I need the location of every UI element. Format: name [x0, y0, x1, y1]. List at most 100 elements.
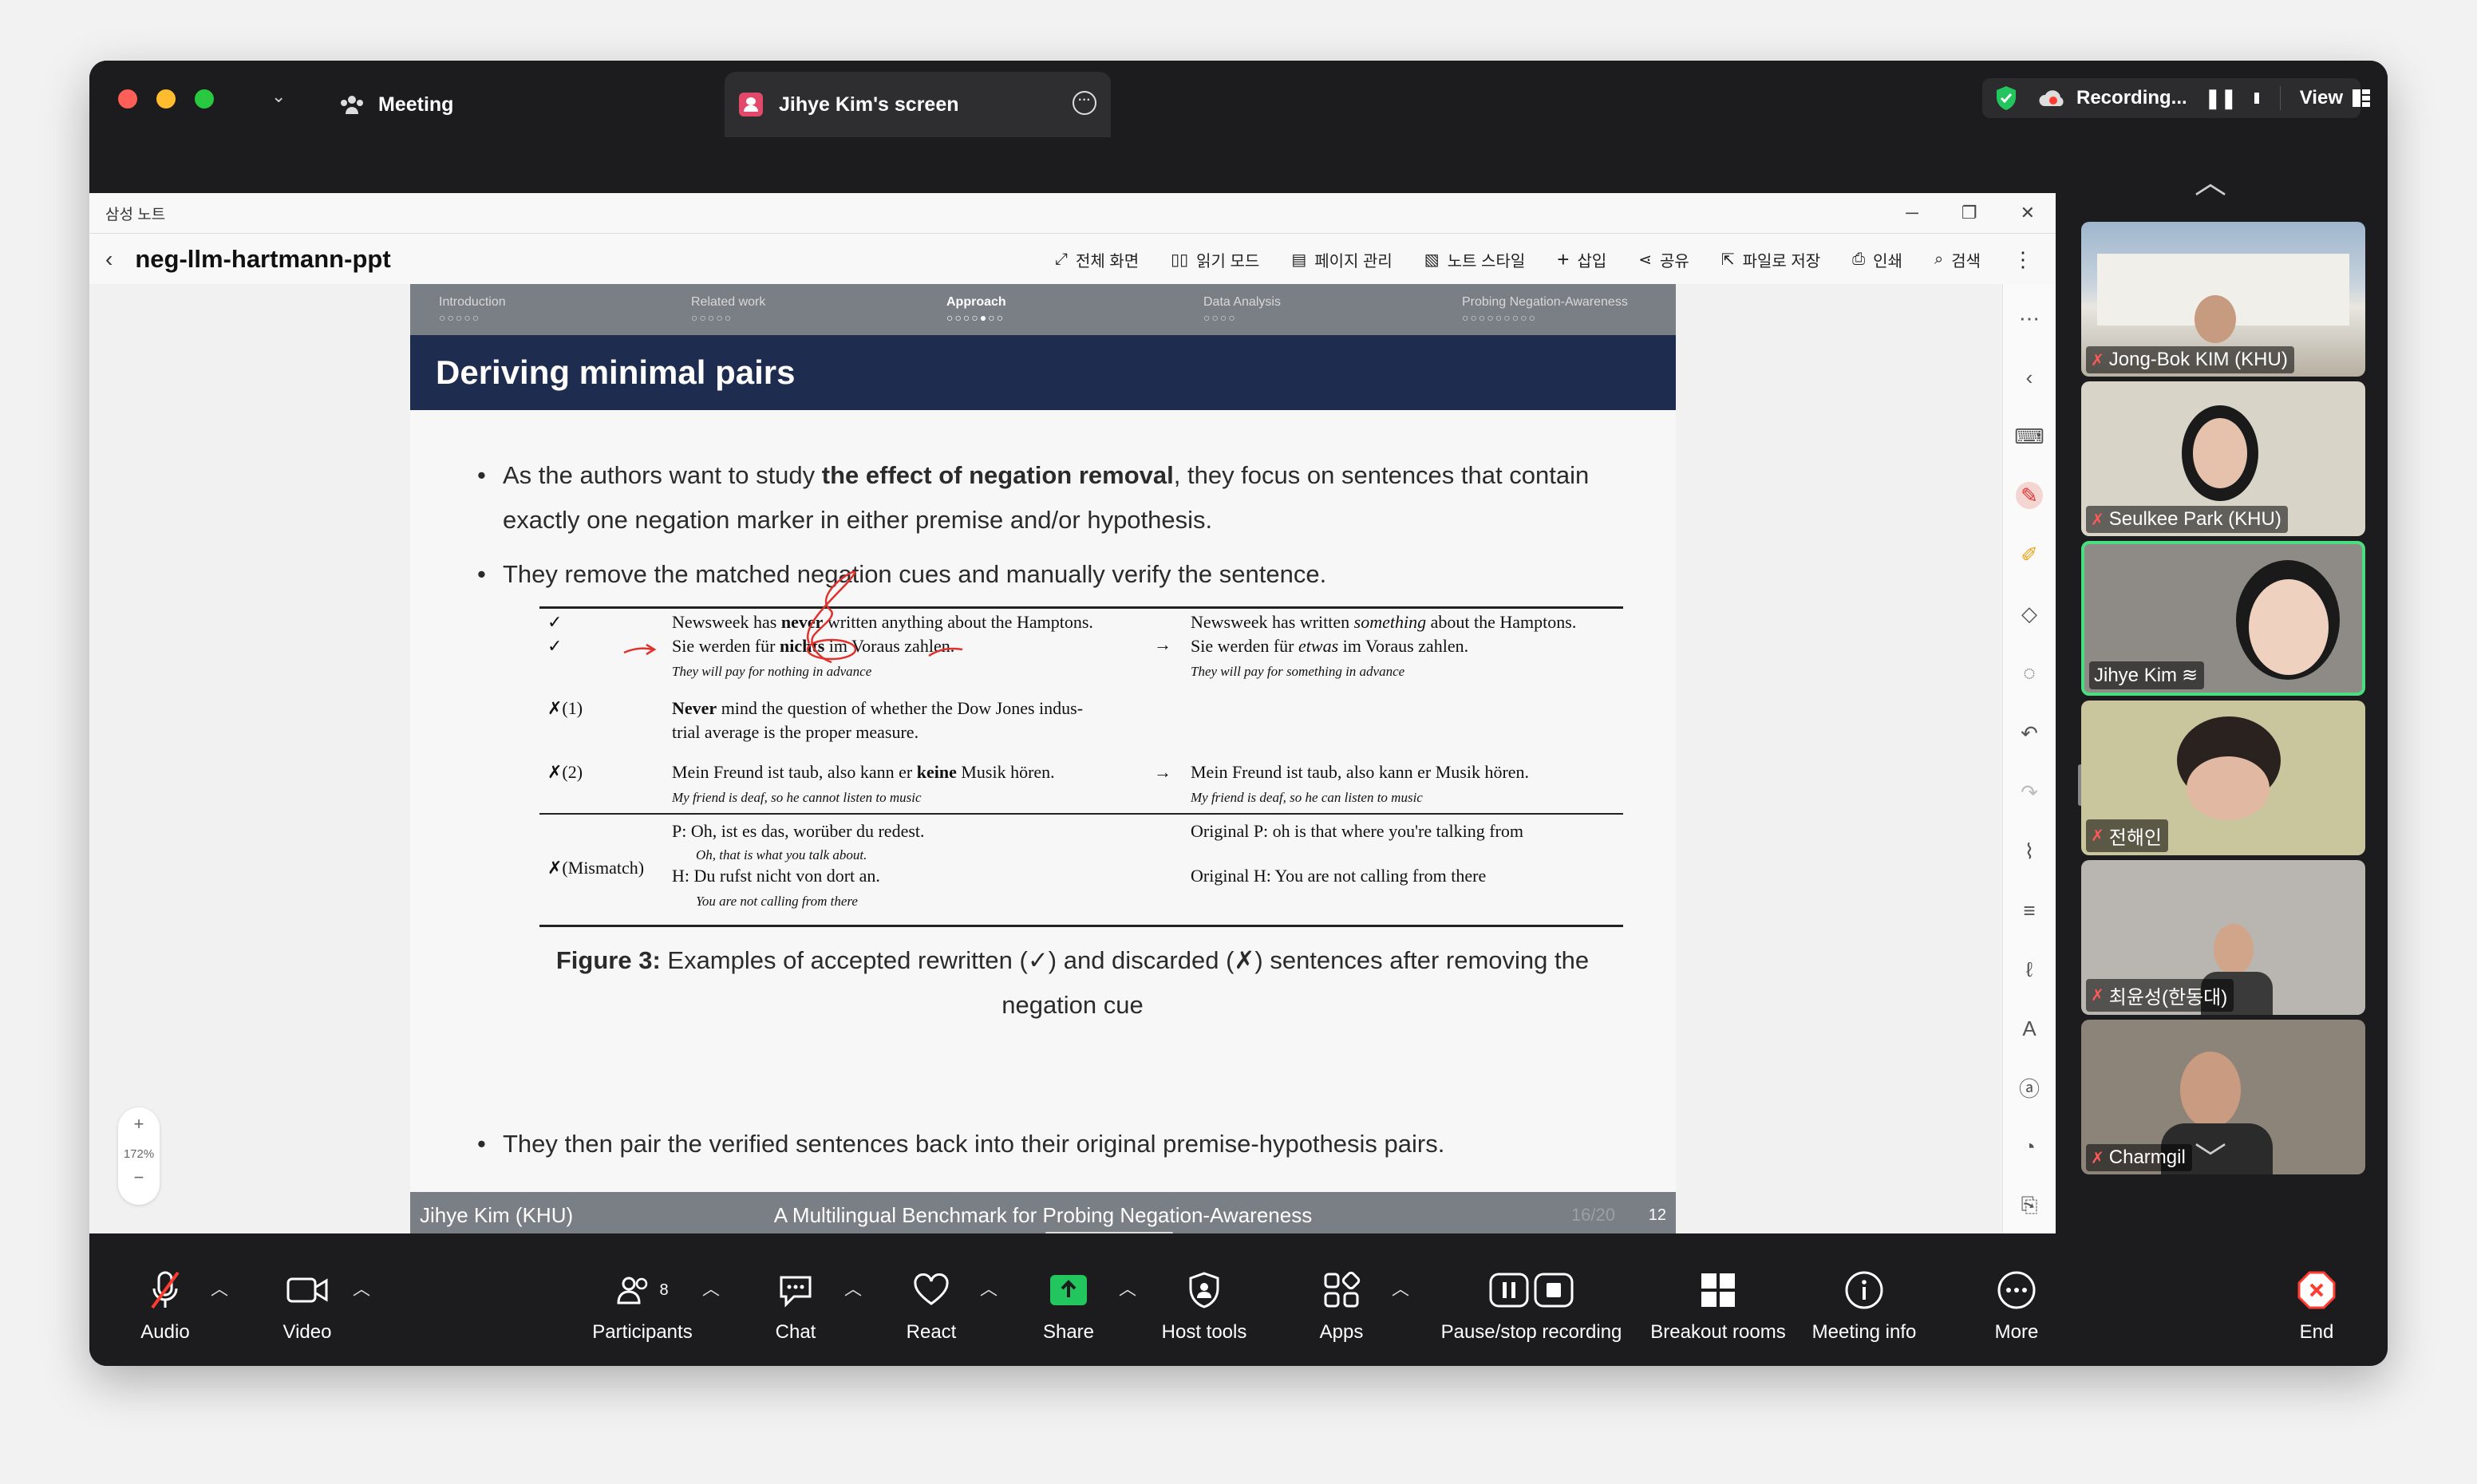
face	[2180, 1052, 2241, 1128]
participant-name-text: 최윤성(한동대)	[2108, 987, 2228, 1008]
back-icon[interactable]: ‹	[105, 247, 113, 272]
nav-probing[interactable]: Probing Negation-Awareness ○○○○○○○○○	[1462, 295, 1628, 324]
slide-section-nav: Introduction ○○○○○ Related work ○○○○○ Appr…	[410, 284, 1676, 335]
gloss-text: They will pay for something in advance	[1191, 664, 1405, 679]
gallery-scroll-up-icon[interactable]: ︿	[2195, 156, 2226, 203]
participant-tile-active[interactable]: Jihye Kim ≋	[2081, 541, 2365, 696]
save-file-button[interactable]: ⇱ 파일로 저장	[1721, 248, 1820, 271]
search-button[interactable]: ⌕ 검색	[1934, 248, 1981, 271]
note-style-label: 노트 스타일	[1447, 252, 1526, 270]
undo-icon[interactable]: ↶	[2016, 720, 2043, 747]
close-icon[interactable]: ✕	[2021, 203, 2035, 223]
heart-icon	[912, 1267, 950, 1313]
screen-share-icon	[739, 93, 763, 116]
stop-recording-icon[interactable]	[2254, 93, 2260, 104]
close-window-button[interactable]	[118, 89, 137, 109]
react-button[interactable]: React	[871, 1267, 991, 1344]
font-icon[interactable]: A	[2016, 1015, 2043, 1042]
kebab-menu-icon[interactable]: ⋮	[2013, 247, 2033, 272]
zoom-in-icon[interactable]: +	[118, 1114, 160, 1135]
cell-text: Mein Freund ist taub, also kann er	[672, 762, 917, 782]
text-box-icon[interactable]: ⓐ	[2016, 1074, 2043, 1101]
participant-tile[interactable]: ✗ Seulkee Park (KHU)	[2081, 381, 2365, 536]
view-layout-icon[interactable]	[2353, 89, 2370, 107]
more-button[interactable]: More	[1957, 1267, 2076, 1344]
eraser-icon[interactable]: ◇	[2016, 600, 2043, 627]
share-options-caret[interactable]: ︿	[1119, 1275, 1136, 1300]
restore-icon[interactable]: ❐	[1961, 203, 1977, 223]
pause-stop-recording-icon	[1487, 1267, 1575, 1313]
redo-icon[interactable]: ↷	[2016, 779, 2043, 806]
video-options-caret[interactable]: ︿	[353, 1275, 370, 1300]
note-style-button[interactable]: ▧ 노트 스타일	[1424, 248, 1525, 271]
fullscreen-button[interactable]: ⤢ 전체 화면	[1055, 248, 1139, 271]
share-button[interactable]: Share	[1009, 1267, 1128, 1344]
keyboard-icon[interactable]: ⌨	[2014, 423, 2044, 450]
meeting-info-button[interactable]: Meeting info	[1800, 1267, 1928, 1344]
cell-text: trial average is the proper measure.	[672, 722, 919, 742]
highlighter-icon[interactable]: ✐	[2016, 541, 2043, 568]
shapes-icon[interactable]: ◔	[2016, 1133, 2043, 1160]
cell-text: Original H: You are not calling from the…	[1191, 866, 1487, 886]
gallery-scroll-down-icon[interactable]: ﹀	[2195, 1133, 2226, 1179]
printer-icon: ⎙	[1852, 250, 1866, 268]
grip-icon[interactable]: ⋯	[2016, 305, 2043, 332]
video-button[interactable]: Video	[247, 1267, 367, 1344]
zoom-level: 172%	[123, 1147, 155, 1161]
lasso-icon[interactable]: ◌	[2016, 659, 2043, 686]
participant-tile[interactable]: ✗ 전해인	[2081, 701, 2365, 855]
text-align-icon[interactable]: ≡	[2016, 897, 2043, 924]
nav-introduction[interactable]: Introduction ○○○○○	[439, 295, 506, 324]
face	[2214, 924, 2254, 975]
end-meeting-button[interactable]: End	[2257, 1267, 2376, 1344]
handwriting-icon[interactable]: ℓ	[2016, 956, 2043, 983]
chat-options-caret[interactable]: ︿	[844, 1275, 862, 1300]
shape-pen-icon[interactable]: ⌇	[2016, 838, 2043, 865]
tab-meeting[interactable]: Meeting	[338, 72, 453, 137]
mic-muted-icon: ✗	[2091, 1149, 2104, 1167]
nav-related-work[interactable]: Related work ○○○○○	[691, 295, 765, 324]
participants-options-caret[interactable]: ︿	[702, 1275, 720, 1300]
attachment-icon[interactable]: ⎘	[2016, 1192, 2043, 1219]
insert-button[interactable]: + 삽입	[1557, 247, 1606, 272]
apps-button[interactable]: Apps	[1282, 1267, 1401, 1344]
pause-recording-icon[interactable]: ❚❚	[2205, 87, 2237, 110]
participant-name: ✗ Charmgil	[2086, 1144, 2192, 1171]
collapse-icon[interactable]: ‹	[2016, 364, 2043, 391]
pen-icon[interactable]: ✎	[2016, 482, 2043, 509]
minimize-icon[interactable]: ─	[1906, 203, 1918, 223]
audio-options-caret[interactable]: ︿	[211, 1275, 228, 1300]
chevron-down-icon[interactable]: ⌄	[271, 86, 286, 107]
reading-mode-button[interactable]: ▯▯ 읽기 모드	[1171, 248, 1259, 271]
participant-tile[interactable]: ✗ 최윤성(한동대)	[2081, 860, 2365, 1015]
apps-options-caret[interactable]: ︿	[1392, 1275, 1409, 1300]
more-options-icon[interactable]: ···	[1073, 91, 1096, 115]
pause-stop-recording-button[interactable]: Pause/stop recording	[1441, 1267, 1622, 1344]
audio-wave-icon: ≋	[2182, 665, 2198, 686]
zoom-out-icon[interactable]: −	[118, 1167, 160, 1188]
participants-button[interactable]: 8 Participants	[583, 1267, 702, 1344]
note-canvas[interactable]: Introduction ○○○○○ Related work ○○○○○ Appr…	[89, 284, 2001, 1238]
tab-screen-share[interactable]: Jihye Kim's screen ···	[725, 72, 1111, 137]
security-shield-icon[interactable]	[1995, 85, 2017, 111]
participant-tile[interactable]: ✗ Jong-Bok KIM (KHU)	[2081, 222, 2365, 377]
info-icon	[1844, 1267, 1884, 1313]
minimize-window-button[interactable]	[156, 89, 176, 109]
chat-button[interactable]: Chat	[736, 1267, 855, 1344]
react-options-caret[interactable]: ︿	[980, 1275, 998, 1300]
nav-data-analysis[interactable]: Data Analysis ○○○○	[1203, 295, 1281, 324]
maximize-window-button[interactable]	[195, 89, 214, 109]
nav-approach[interactable]: Approach ○○○○●○○	[946, 295, 1006, 324]
participants-count-badge: 8	[659, 1281, 669, 1299]
page-manage-button[interactable]: ▤ 페이지 관리	[1291, 248, 1392, 271]
breakout-rooms-icon	[1699, 1267, 1737, 1313]
page-manage-label: 페이지 관리	[1314, 252, 1393, 270]
print-button[interactable]: ⎙ 인쇄	[1852, 248, 1902, 271]
breakout-rooms-button[interactable]: Breakout rooms	[1642, 1267, 1794, 1344]
video-label: Video	[282, 1321, 332, 1343]
audio-button[interactable]: Audio	[105, 1267, 225, 1344]
host-tools-button[interactable]: Host tools	[1144, 1267, 1264, 1344]
notes-title-bar: 삼성 노트 ─ ❐ ✕	[89, 193, 2056, 234]
view-button-label[interactable]: View	[2300, 87, 2343, 109]
share-note-button[interactable]: ⋖ 공유	[1638, 248, 1689, 271]
